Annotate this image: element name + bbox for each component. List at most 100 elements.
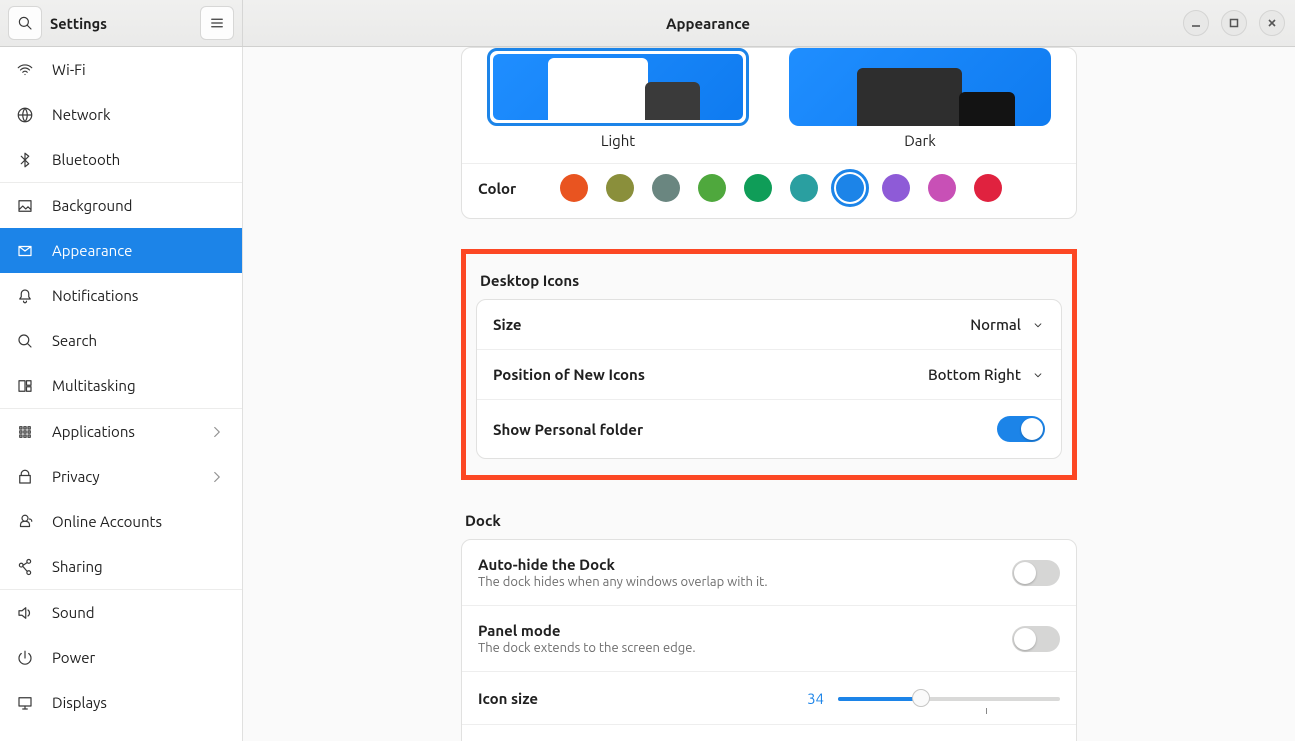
sidebar-item-notifications[interactable]: Notifications [0, 273, 242, 318]
chevron-right-icon [208, 468, 226, 486]
toggle-autohide[interactable] [1012, 560, 1060, 586]
sidebar-item-label: Power [52, 649, 95, 666]
row-size[interactable]: Size Normal [477, 300, 1061, 350]
sidebar-item-label: Notifications [52, 287, 138, 304]
sidebar-item-bluetooth[interactable]: Bluetooth [0, 137, 242, 182]
power-icon [16, 649, 34, 667]
color-swatch[interactable] [790, 174, 818, 202]
color-swatch[interactable] [652, 174, 680, 202]
row-position[interactable]: Position of New Icons Bottom Right [477, 350, 1061, 400]
sidebar-item-label: Online Accounts [52, 513, 162, 530]
sidebar-item-label: Appearance [52, 242, 132, 259]
color-swatch[interactable] [744, 174, 772, 202]
sidebar-item-appearance[interactable]: Appearance [0, 228, 242, 273]
theme-preview-light [487, 48, 749, 126]
sidebar-item-label: Search [52, 332, 97, 349]
bluetooth-icon [16, 151, 34, 169]
desktop-icons-card: Size Normal Position of New Icons Bottom… [476, 299, 1062, 459]
sidebar-item-network[interactable]: Network [0, 92, 242, 137]
chevron-right-icon [208, 423, 226, 441]
sidebar-item-online-accounts[interactable]: Online Accounts [0, 499, 242, 544]
appearance-icon [16, 242, 34, 260]
sound-icon [16, 604, 34, 622]
row-autohide-sub: The dock hides when any windows overlap … [478, 575, 1012, 589]
search-icon [16, 332, 34, 350]
row-personal-folder: Show Personal folder [477, 400, 1061, 458]
close-icon [1266, 17, 1278, 29]
theme-preview-dark [789, 48, 1051, 126]
row-panel-mode: Panel mode The dock extends to the scree… [462, 606, 1076, 672]
background-icon [16, 197, 34, 215]
sidebar-item-search[interactable]: Search [0, 318, 242, 363]
headerbar-left: Settings [0, 0, 243, 46]
main-split: Wi-FiNetwork Bluetooth Background Appearanc… [0, 47, 1295, 741]
search-icon [16, 14, 34, 32]
sidebar-item-power[interactable]: Power [0, 635, 242, 680]
content-area: Light Dark Color Desktop Icons [243, 47, 1295, 741]
style-themes-row: Light Dark [462, 48, 1076, 163]
chevron-down-icon [1031, 318, 1045, 332]
style-card: Light Dark Color [461, 47, 1077, 219]
theme-label-dark: Dark [904, 132, 936, 149]
color-row: Color [462, 163, 1076, 218]
desktop-icons-highlight: Desktop Icons Size Normal Position of Ne… [461, 249, 1077, 480]
sidebar-item-displays[interactable]: Displays [0, 680, 242, 725]
search-button[interactable] [8, 6, 42, 40]
headerbar: Settings Appearance [0, 0, 1295, 47]
page-title: Appearance [243, 15, 1173, 32]
color-swatch[interactable] [560, 174, 588, 202]
sidebar-item-label: Privacy [52, 468, 100, 485]
desktop-icons-title: Desktop Icons [476, 264, 1062, 299]
color-swatches [560, 174, 1002, 202]
notifications-icon [16, 287, 34, 305]
sidebar-item-label: Multitasking [52, 377, 136, 394]
color-swatch[interactable] [882, 174, 910, 202]
row-iconsize-label: Icon size [478, 690, 807, 707]
dock-section: Dock Auto-hide the Dock The dock hides w… [461, 504, 1077, 741]
network-icon [16, 106, 34, 124]
theme-option-dark[interactable]: Dark [789, 48, 1051, 149]
color-swatch[interactable] [974, 174, 1002, 202]
row-size-label: Size [493, 316, 970, 333]
color-swatch[interactable] [606, 174, 634, 202]
menu-button[interactable] [200, 6, 234, 40]
row-size-value: Normal [970, 316, 1021, 333]
multitasking-icon [16, 377, 34, 395]
row-show-on[interactable]: Show on Primary Display (1) [462, 725, 1076, 741]
toggle-panel-mode[interactable] [1012, 626, 1060, 652]
toggle-personal-folder[interactable] [997, 416, 1045, 442]
sidebar-item-label: Sound [52, 604, 95, 621]
minimize-button[interactable] [1183, 10, 1209, 36]
iconsize-value: 34 [807, 690, 824, 707]
sidebar-item-applications[interactable]: Applications [0, 409, 242, 454]
sidebar-item-sharing[interactable]: Sharing [0, 544, 242, 589]
sharing-icon [16, 558, 34, 576]
sidebar-item-wi-fi[interactable]: Wi-Fi [0, 47, 242, 92]
row-personal-label: Show Personal folder [493, 421, 997, 438]
row-autohide-label: Auto-hide the Dock [478, 556, 1012, 573]
sidebar-item-label: Bluetooth [52, 151, 120, 168]
sidebar-item-label: Sharing [52, 558, 103, 575]
color-swatch[interactable] [698, 174, 726, 202]
sidebar-item-privacy[interactable]: Privacy [0, 454, 242, 499]
sidebar-item-multitasking[interactable]: Multitasking [0, 363, 242, 408]
online-accounts-icon [16, 513, 34, 531]
dock-card: Auto-hide the Dock The dock hides when a… [461, 539, 1077, 741]
window-controls [1173, 10, 1295, 36]
color-swatch[interactable] [928, 174, 956, 202]
maximize-icon [1228, 17, 1240, 29]
row-icon-size: Icon size 34 [462, 672, 1076, 725]
sidebar-item-label: Displays [52, 694, 107, 711]
theme-option-light[interactable]: Light [487, 48, 749, 149]
iconsize-slider[interactable] [838, 688, 1060, 708]
row-panel-sub: The dock extends to the screen edge. [478, 641, 1012, 655]
row-position-value: Bottom Right [928, 366, 1021, 383]
close-button[interactable] [1259, 10, 1285, 36]
maximize-button[interactable] [1221, 10, 1247, 36]
hamburger-icon [208, 14, 226, 32]
color-swatch[interactable] [836, 174, 864, 202]
displays-icon [16, 694, 34, 712]
sidebar-item-sound[interactable]: Sound [0, 590, 242, 635]
sidebar-item-background[interactable]: Background [0, 183, 242, 228]
color-label: Color [478, 180, 538, 197]
